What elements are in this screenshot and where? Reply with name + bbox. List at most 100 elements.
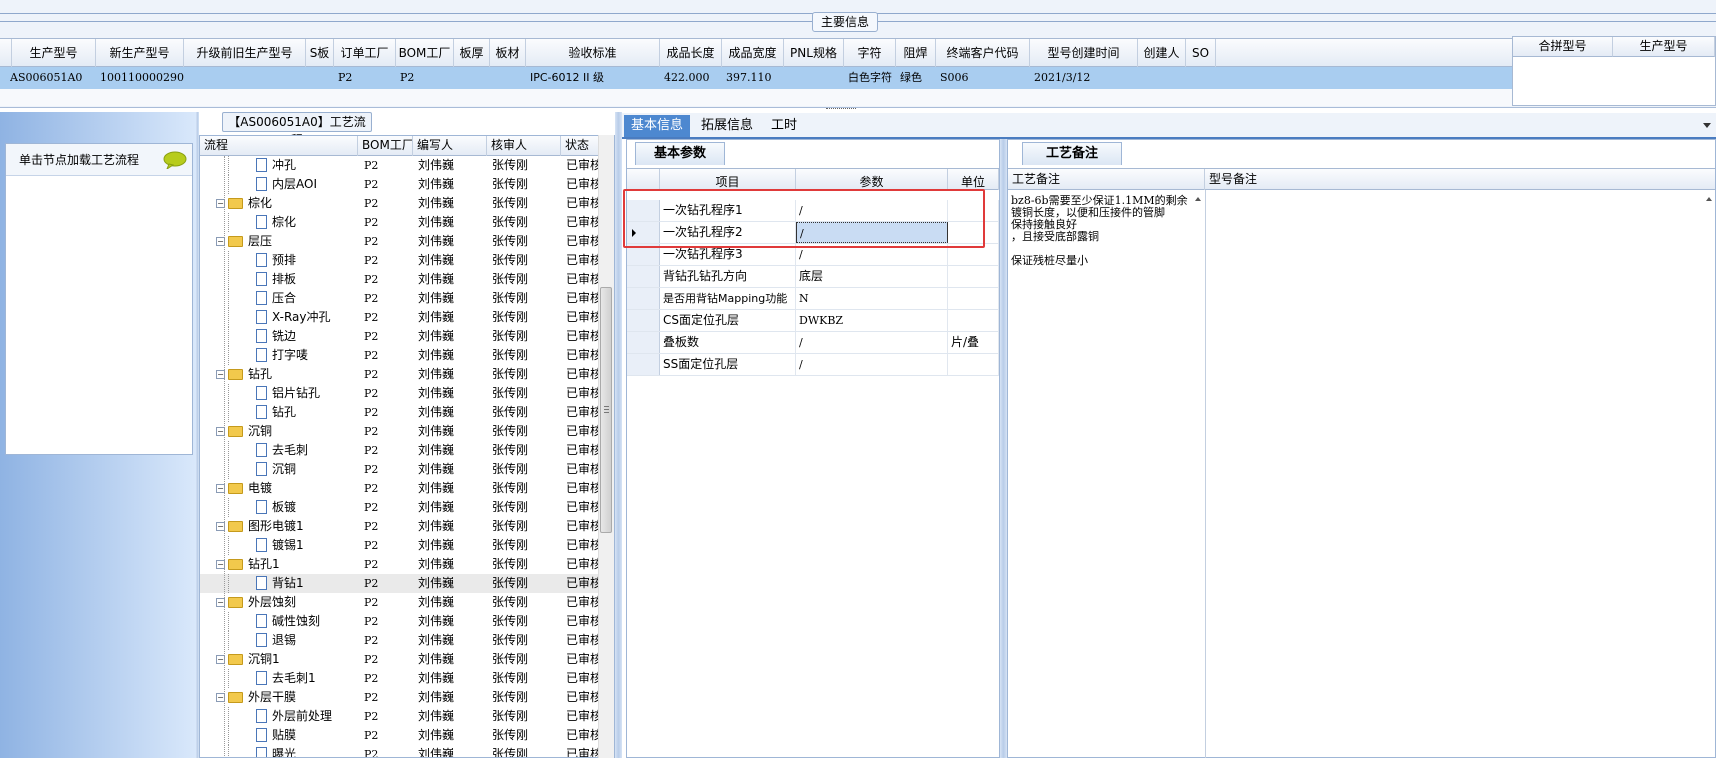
tree-step-row[interactable]: 碱性蚀刻 P2 刘伟巍 张传刚 已审核 <box>200 612 600 631</box>
scroll-up-icon[interactable] <box>1194 196 1202 202</box>
main-cell[interactable] <box>1190 67 1216 89</box>
param-value[interactable]: 底层 <box>796 266 948 287</box>
tree-step-row[interactable]: 冲孔 P2 刘伟巍 张传刚 已审核 <box>200 156 600 175</box>
main-cell[interactable]: S006 <box>940 67 1030 89</box>
main-col-header[interactable]: 升级前旧生产型号 <box>184 39 306 68</box>
right-splitter[interactable] <box>1000 139 1007 758</box>
tree-folder-row[interactable]: − 图形电镀1 P2 刘伟巍 张传刚 已审核 <box>200 517 600 536</box>
tree-step-row[interactable]: 预排 P2 刘伟巍 张传刚 已审核 <box>200 251 600 270</box>
tab-work-hours[interactable]: 工时 <box>764 115 804 137</box>
tree-folder-row[interactable]: − 棕化 P2 刘伟巍 张传刚 已审核 <box>200 194 600 213</box>
middle-splitter[interactable] <box>615 112 622 758</box>
main-col-header[interactable]: 型号创建时间 <box>1030 39 1138 68</box>
basic-params-tab[interactable]: 基本参数 <box>635 142 725 165</box>
main-cell[interactable]: 397.110 <box>726 67 784 89</box>
main-col-header[interactable]: 终端客户代码 <box>936 39 1030 68</box>
tree-step-row[interactable]: 钻孔 P2 刘伟巍 张传刚 已审核 <box>200 403 600 422</box>
main-col-header[interactable]: 新生产型号 <box>96 39 184 68</box>
tree-step-row[interactable]: 镀锡1 P2 刘伟巍 张传刚 已审核 <box>200 536 600 555</box>
col-model-note[interactable]: 型号备注 <box>1205 169 1715 190</box>
craft-note-tab[interactable]: 工艺备注 <box>1022 142 1122 165</box>
tab-basic-info[interactable]: 基本信息 <box>624 115 691 137</box>
col-param[interactable]: 参数 <box>796 169 948 190</box>
tree-step-row[interactable]: 板镀 P2 刘伟巍 张传刚 已审核 <box>200 498 600 517</box>
col-unit[interactable]: 单位 <box>948 169 999 190</box>
main-cell[interactable]: 2021/3/12 <box>1034 67 1138 89</box>
main-col-header[interactable]: 订单工厂 <box>334 39 396 68</box>
tree-folder-row[interactable]: − 电镀 P2 刘伟巍 张传刚 已审核 <box>200 479 600 498</box>
param-row[interactable]: 背钻孔钻孔方向 底层 <box>627 266 999 288</box>
splitter-grip[interactable] <box>826 108 856 113</box>
craft-note-text[interactable]: bz8-6b需要至少保证1.1MM的剩余 镀铜长度，以便和压接件的管脚 保持接触… <box>1011 195 1201 267</box>
tree-step-row[interactable]: 去毛刺1 P2 刘伟巍 张传刚 已审核 <box>200 669 600 688</box>
node-load-box[interactable]: 单击节点加载工艺流程 <box>5 143 193 455</box>
col-bom[interactable]: BOM工厂 <box>358 136 413 156</box>
tree-folder-row[interactable]: − 沉铜1 P2 刘伟巍 张传刚 已审核 <box>200 650 600 669</box>
param-row[interactable]: 叠板数 / 片/叠 <box>627 332 999 354</box>
tree-step-row[interactable]: 沉铜 P2 刘伟巍 张传刚 已审核 <box>200 460 600 479</box>
chevron-down-icon[interactable] <box>1702 122 1712 129</box>
main-cell[interactable]: 白色字符 <box>848 67 896 89</box>
col-flow[interactable]: 流程 <box>200 136 358 156</box>
tree-step-row[interactable]: 外层前处理 P2 刘伟巍 张传刚 已审核 <box>200 707 600 726</box>
main-col-header[interactable]: 字符 <box>844 39 896 68</box>
tree-folder-row[interactable]: − 钻孔 P2 刘伟巍 张传刚 已审核 <box>200 365 600 384</box>
tree-step-row[interactable]: 曝光 P2 刘伟巍 张传刚 已审核 <box>200 745 600 757</box>
main-col-header[interactable]: 阻焊 <box>896 39 936 68</box>
main-col-header[interactable]: 成品宽度 <box>722 39 784 68</box>
speech-bubble-icon[interactable] <box>163 151 187 169</box>
tree-folder-row[interactable]: − 层压 P2 刘伟巍 张传刚 已审核 <box>200 232 600 251</box>
row-indicator[interactable] <box>627 288 660 309</box>
tree-folder-row[interactable]: − 沉铜 P2 刘伟巍 张传刚 已审核 <box>200 422 600 441</box>
tree-step-row[interactable]: 内层AOI P2 刘伟巍 张传刚 已审核 <box>200 175 600 194</box>
main-col-header[interactable]: 板材 <box>490 39 526 68</box>
main-col-header[interactable]: PNL规格 <box>784 39 844 68</box>
main-cell[interactable] <box>188 67 306 89</box>
main-cell[interactable]: AS006051A0 <box>10 67 90 89</box>
tree-folder-row[interactable]: − 外层干膜 P2 刘伟巍 张传刚 已审核 <box>200 688 600 707</box>
param-value[interactable]: / <box>796 354 948 375</box>
node-load-title[interactable]: 单击节点加载工艺流程 <box>6 144 192 176</box>
main-cell[interactable]: 422.000 <box>664 67 722 89</box>
main-cell[interactable]: P2 <box>338 67 396 89</box>
main-cell[interactable]: 绿色 <box>900 67 936 89</box>
tree-step-row[interactable]: 去毛刺 P2 刘伟巍 张传刚 已审核 <box>200 441 600 460</box>
main-cell[interactable]: P2 <box>400 67 454 89</box>
param-value[interactable]: DWKBZ <box>796 310 948 331</box>
main-col-header[interactable]: 成品长度 <box>660 39 722 68</box>
main-col-header[interactable]: 板厚 <box>454 39 490 68</box>
main-col-header[interactable]: 创建人 <box>1138 39 1186 68</box>
tree-folder-row[interactable]: − 外层蚀刻 P2 刘伟巍 张传刚 已审核 <box>200 593 600 612</box>
row-indicator[interactable] <box>627 266 660 287</box>
col-craft-note[interactable]: 工艺备注 <box>1008 169 1205 190</box>
main-col-header[interactable]: 生产型号 <box>12 39 96 68</box>
param-value[interactable]: / <box>796 332 948 353</box>
col-writer[interactable]: 编写人 <box>413 136 487 156</box>
tree-step-row[interactable]: 铣边 P2 刘伟巍 张传刚 已审核 <box>200 327 600 346</box>
tree-step-row[interactable]: 贴膜 P2 刘伟巍 张传刚 已审核 <box>200 726 600 745</box>
main-col-header[interactable]: 验收标准 <box>526 39 660 68</box>
tree-step-row[interactable]: 背钻1 P2 刘伟巍 张传刚 已审核 <box>200 574 600 593</box>
scroll-up-icon[interactable] <box>1705 196 1713 202</box>
col-reviewer[interactable]: 核审人 <box>487 136 561 156</box>
col-item[interactable]: 项目 <box>660 169 796 190</box>
tree-step-row[interactable]: X-Ray冲孔 P2 刘伟巍 张传刚 已审核 <box>200 308 600 327</box>
tab-extended-info[interactable]: 拓展信息 <box>694 115 760 137</box>
tree-step-row[interactable]: 铝片钻孔 P2 刘伟巍 张传刚 已审核 <box>200 384 600 403</box>
tree-step-row[interactable]: 打字唛 P2 刘伟巍 张传刚 已审核 <box>200 346 600 365</box>
main-info-row[interactable]: AS006051A0 10011000029005 P2P2 IPC-6012 II … <box>0 67 1512 89</box>
tree-step-row[interactable]: 退锡 P2 刘伟巍 张传刚 已审核 <box>200 631 600 650</box>
tree-step-row[interactable]: 排板 P2 刘伟巍 张传刚 已审核 <box>200 270 600 289</box>
row-indicator[interactable] <box>627 354 660 375</box>
main-cell[interactable]: IPC-6012 II 级 <box>530 67 660 89</box>
main-cell[interactable] <box>788 67 844 89</box>
tree-step-row[interactable]: 压合 P2 刘伟巍 张传刚 已审核 <box>200 289 600 308</box>
main-cell[interactable]: 10011000029005 <box>100 67 184 89</box>
param-row[interactable]: SS面定位孔层 / <box>627 354 999 376</box>
tree-folder-row[interactable]: − 钻孔1 P2 刘伟巍 张传刚 已审核 <box>200 555 600 574</box>
col-status[interactable]: 状态 <box>561 136 601 156</box>
param-value[interactable]: N <box>796 288 948 309</box>
main-col-header[interactable]: SO <box>1186 39 1216 68</box>
tree-step-row[interactable]: 棕化 P2 刘伟巍 张传刚 已审核 <box>200 213 600 232</box>
main-col-header[interactable]: S板 <box>306 39 334 68</box>
